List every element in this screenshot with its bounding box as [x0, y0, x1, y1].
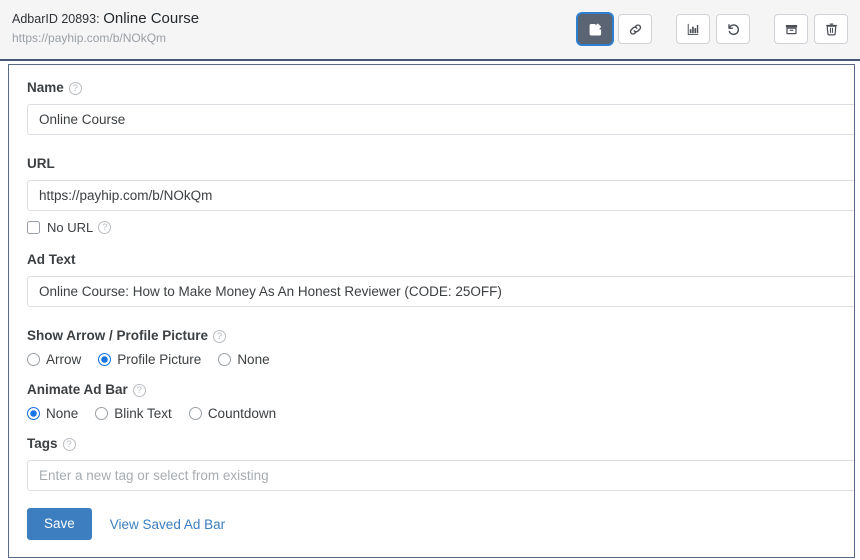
bar-chart-icon [686, 22, 700, 36]
revert-button[interactable] [716, 14, 750, 44]
toolbar-group-data [676, 14, 750, 44]
tags-help-icon[interactable]: ? [62, 437, 76, 451]
pencil-square-icon [588, 22, 603, 37]
archive-box-icon [784, 22, 799, 37]
undo-icon [726, 22, 741, 37]
radio-countdown[interactable] [188, 407, 202, 420]
header-toolbar [578, 8, 848, 44]
no-url-checkbox[interactable] [27, 221, 40, 234]
animate-label: Animate Ad Bar ? [27, 381, 836, 399]
animate-radio-group: None Blink Text Countdown [27, 406, 836, 421]
edit-button[interactable] [578, 14, 612, 44]
radio-animate-none-label: None [46, 406, 79, 421]
show-arrow-option-profile-picture[interactable]: Profile Picture [98, 352, 201, 367]
view-saved-ad-bar-link[interactable]: View Saved Ad Bar [110, 517, 225, 532]
radio-blink-text[interactable] [95, 407, 109, 420]
adbar-url-label: https://payhip.com/b/NOkQm [12, 31, 167, 45]
form-footer: Save View Saved Ad Bar [27, 508, 836, 540]
adbar-editor-page: AdbarID 20893: Online Course https://pay… [0, 0, 860, 560]
tags-label: Tags ? [27, 435, 836, 453]
no-url-label[interactable]: No URL ? [47, 220, 112, 235]
ad-text-label: Ad Text [27, 252, 76, 267]
show-arrow-label: Show Arrow / Profile Picture ? [27, 327, 836, 345]
page-header: AdbarID 20893: Online Course https://pay… [0, 0, 860, 61]
show-arrow-option-arrow[interactable]: Arrow [27, 352, 81, 367]
radio-countdown-label: Countdown [207, 406, 277, 421]
radio-arrow[interactable] [27, 353, 40, 366]
show-arrow-radio-group: Arrow Profile Picture None [27, 352, 836, 367]
no-url-help-icon[interactable]: ? [98, 221, 112, 234]
ad-text-field-group: Ad Text [27, 251, 854, 307]
no-url-row: No URL ? [27, 220, 836, 235]
radio-blink-text-label: Blink Text [114, 406, 172, 421]
animate-help-icon[interactable]: ? [132, 383, 146, 397]
name-field-group: Name ? [27, 79, 854, 135]
stats-button[interactable] [676, 14, 710, 44]
animate-option-blink-text[interactable]: Blink Text [95, 406, 172, 421]
ad-text-input[interactable] [27, 276, 854, 307]
toolbar-group-destructive [774, 14, 848, 44]
show-arrow-field-group: Show Arrow / Profile Picture ? Arrow Pro… [27, 327, 836, 367]
show-arrow-option-none[interactable]: None [218, 352, 270, 367]
edit-form-panel: Name ? URL No URL ? Ad Text [8, 64, 855, 558]
radio-show-arrow-none[interactable] [218, 353, 232, 366]
animate-option-countdown[interactable]: Countdown [188, 406, 277, 421]
animate-option-none[interactable]: None [27, 406, 78, 421]
toolbar-group-primary [578, 14, 652, 44]
radio-profile-picture[interactable] [98, 353, 112, 366]
tags-label-text: Tags [27, 436, 58, 451]
link-button[interactable] [618, 14, 652, 44]
url-label: URL [27, 156, 55, 171]
trash-icon [824, 22, 839, 37]
link-icon [628, 22, 643, 37]
page-title: AdbarID 20893: Online Course [12, 10, 199, 28]
animate-label-text: Animate Ad Bar [27, 382, 128, 397]
name-label: Name ? [27, 79, 836, 97]
tags-field-group: Tags ? [27, 435, 854, 491]
header-title-block: AdbarID 20893: Online Course https://pay… [12, 8, 199, 46]
radio-animate-none[interactable] [27, 407, 40, 420]
delete-button[interactable] [814, 14, 848, 44]
name-label-text: Name [27, 80, 64, 95]
show-arrow-label-text: Show Arrow / Profile Picture [27, 328, 209, 343]
adbar-id-label: AdbarID 20893: [12, 12, 100, 26]
no-url-label-text: No URL [47, 220, 94, 235]
show-arrow-help-icon[interactable]: ? [213, 329, 227, 343]
animate-field-group: Animate Ad Bar ? None Blink Text Countdo… [27, 381, 836, 421]
name-help-icon[interactable]: ? [68, 81, 82, 95]
url-field-group: URL No URL ? [27, 155, 854, 235]
tags-input[interactable] [27, 460, 854, 491]
adbar-name-label: Online Course [103, 10, 200, 27]
radio-show-arrow-none-label: None [237, 352, 270, 367]
url-input[interactable] [27, 180, 854, 211]
name-input[interactable] [27, 104, 854, 135]
radio-profile-picture-label: Profile Picture [117, 352, 202, 367]
archive-button[interactable] [774, 14, 808, 44]
save-button[interactable]: Save [27, 508, 92, 540]
radio-arrow-label: Arrow [46, 352, 82, 367]
